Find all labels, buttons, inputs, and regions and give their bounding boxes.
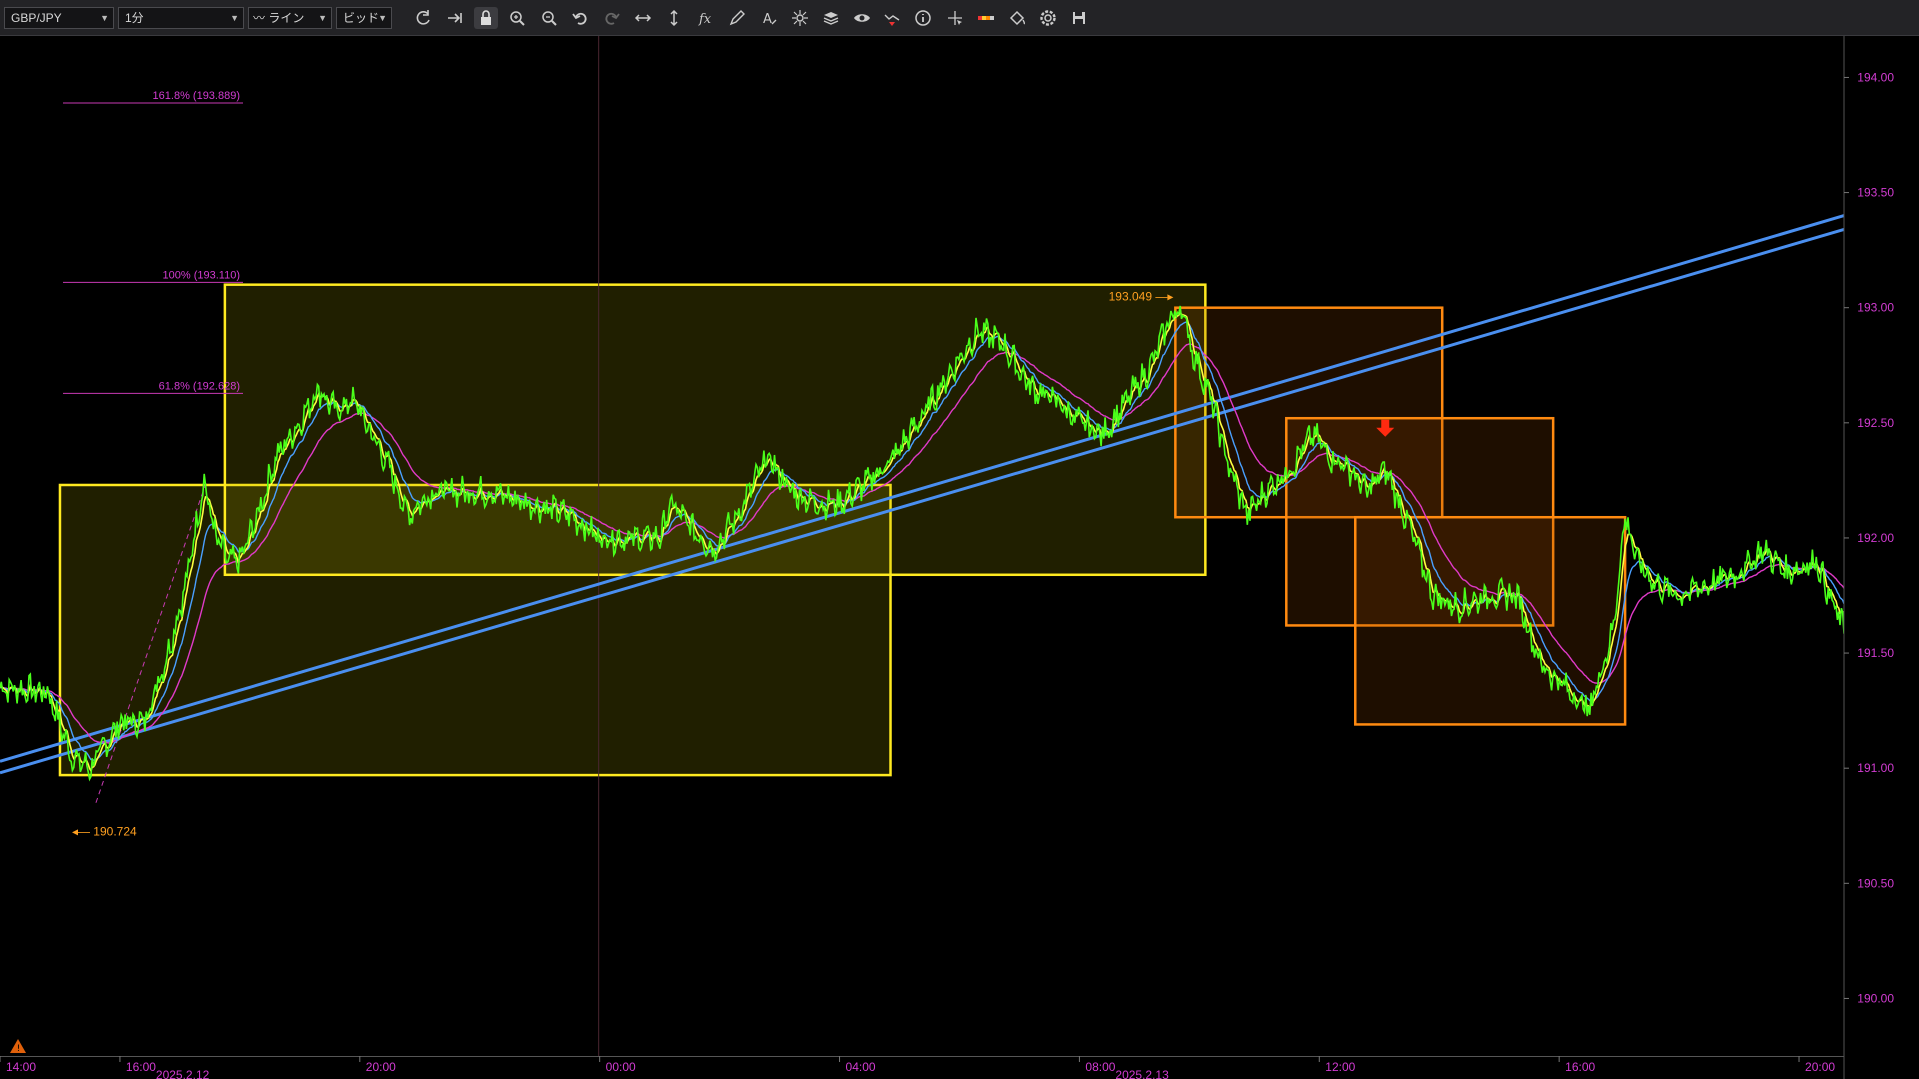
cursor-cross-icon <box>948 11 962 25</box>
price-tick-label: 191.00 <box>1857 761 1894 775</box>
fibonacci-level-label: 100% (193.110) <box>163 269 240 281</box>
price-tick-label: 193.50 <box>1857 186 1894 200</box>
fit-horizontal-icon <box>634 14 652 22</box>
info-icon <box>915 10 931 26</box>
time-tick-label: 14:00 <box>6 1060 36 1074</box>
layers-button[interactable] <box>819 7 843 29</box>
zoom-out-icon <box>542 11 557 26</box>
color-bar-button[interactable] <box>974 7 998 29</box>
paint-bucket-button[interactable] <box>1005 7 1029 29</box>
layers-icon <box>823 12 839 25</box>
timeframe-value: 1分 <box>125 11 144 25</box>
price-tick-label: 191.50 <box>1857 646 1894 660</box>
zone-rectangle <box>1354 515 1627 726</box>
high-price-annotation: 193.049 —▸ <box>1109 289 1174 303</box>
chart-toolbar: GBP/JPY ▼ 1分 ▼ 〰 ライン ▼ ビッド ▼ fx A <box>0 0 1919 36</box>
chart-type-value: ライン <box>268 11 305 25</box>
time-tick-label: 16:00 <box>1565 1060 1595 1074</box>
symbol-select[interactable]: GBP/JPY ▼ <box>4 7 114 29</box>
price-tick-label: 194.00 <box>1857 70 1894 84</box>
time-tick-label: 16:00 <box>126 1060 156 1074</box>
fibonacci-level-label: 161.8% (193.889) <box>153 90 240 102</box>
price-chart[interactable]: 161.8% (193.889) 100% (193.110) 61.8% (192… <box>0 36 1919 1079</box>
zoom-in-button[interactable] <box>505 7 529 29</box>
redo-icon <box>605 12 620 25</box>
paint-bucket-icon <box>1009 10 1026 26</box>
eye-button[interactable] <box>850 7 874 29</box>
crosshair-settings-icon <box>792 10 808 26</box>
time-tick-label: 04:00 <box>846 1060 876 1074</box>
chart-type-select[interactable]: 〰 ライン ▼ <box>248 7 332 29</box>
save-button[interactable] <box>1067 7 1091 29</box>
info-button[interactable] <box>911 7 935 29</box>
eye-icon <box>854 14 870 22</box>
time-tick-label: 20:00 <box>366 1060 396 1074</box>
low-price-annotation: ◂— 190.724 <box>72 825 137 839</box>
time-tick-label: 12:00 <box>1325 1060 1355 1074</box>
scroll-right-icon <box>448 13 462 23</box>
warning-icon-mark: ! <box>17 1044 21 1054</box>
crosshair-settings-button[interactable] <box>788 7 812 29</box>
fit-vertical-icon <box>670 9 678 27</box>
lock-icon <box>481 10 491 25</box>
symbol-value: GBP/JPY <box>11 11 62 25</box>
time-tick-label: 00:00 <box>606 1060 636 1074</box>
svg-text:fx: fx <box>698 12 712 27</box>
time-tick-label: 20:00 <box>1805 1060 1835 1074</box>
undo-button[interactable] <box>568 7 592 29</box>
chevron-down-icon: ▼ <box>318 13 327 23</box>
chevron-down-icon: ▼ <box>230 13 239 23</box>
chevron-down-icon: ▼ <box>100 13 109 23</box>
fit-horizontal-button[interactable] <box>631 7 655 29</box>
scroll-right-button[interactable] <box>443 7 467 29</box>
price-tick-label: 190.00 <box>1857 991 1894 1005</box>
indicator-fx-button[interactable]: fx <box>694 7 718 29</box>
alert-button[interactable] <box>880 7 904 29</box>
price-tick-label: 190.50 <box>1857 876 1894 890</box>
settings-gear-button[interactable] <box>1036 7 1060 29</box>
zoom-out-button[interactable] <box>537 7 561 29</box>
line-chart-icon: 〰 <box>253 11 266 25</box>
indicator-fx-icon: fx <box>698 12 712 27</box>
undo-icon <box>572 12 587 25</box>
zoom-in-icon <box>510 11 525 26</box>
timeframe-select[interactable]: 1分 ▼ <box>118 7 244 29</box>
date-label: 2025.2.13 <box>1115 1068 1169 1079</box>
fibonacci-level-label: 61.8% (192.628) <box>159 380 240 392</box>
settings-gear-icon <box>1040 10 1056 26</box>
rectangle-layer <box>58 283 1627 777</box>
date-label: 2025.2.12 <box>156 1068 210 1079</box>
redo-button[interactable] <box>600 7 624 29</box>
cursor-cross-button[interactable] <box>943 7 967 29</box>
refresh-icon <box>416 10 430 25</box>
color-bar-icon <box>978 16 994 20</box>
chevron-down-icon: ▼ <box>378 13 387 23</box>
price-tick-label: 192.00 <box>1857 531 1894 545</box>
time-tick-label: 08:00 <box>1085 1060 1115 1074</box>
price-tick-label: 192.50 <box>1857 416 1894 430</box>
price-tick-label: 193.00 <box>1857 301 1894 315</box>
pencil-button[interactable] <box>725 7 749 29</box>
price-type-select[interactable]: ビッド ▼ <box>336 7 392 29</box>
fit-vertical-button[interactable] <box>662 7 686 29</box>
text-icon: A <box>763 12 777 27</box>
lock-button[interactable] <box>474 7 498 29</box>
svg-text:A: A <box>763 12 772 27</box>
text-button[interactable]: A <box>757 7 781 29</box>
price-type-value: ビッド <box>343 11 380 25</box>
refresh-button[interactable] <box>411 7 435 29</box>
alert-icon <box>884 14 900 26</box>
pencil-icon <box>729 10 745 26</box>
save-icon <box>1073 12 1085 24</box>
